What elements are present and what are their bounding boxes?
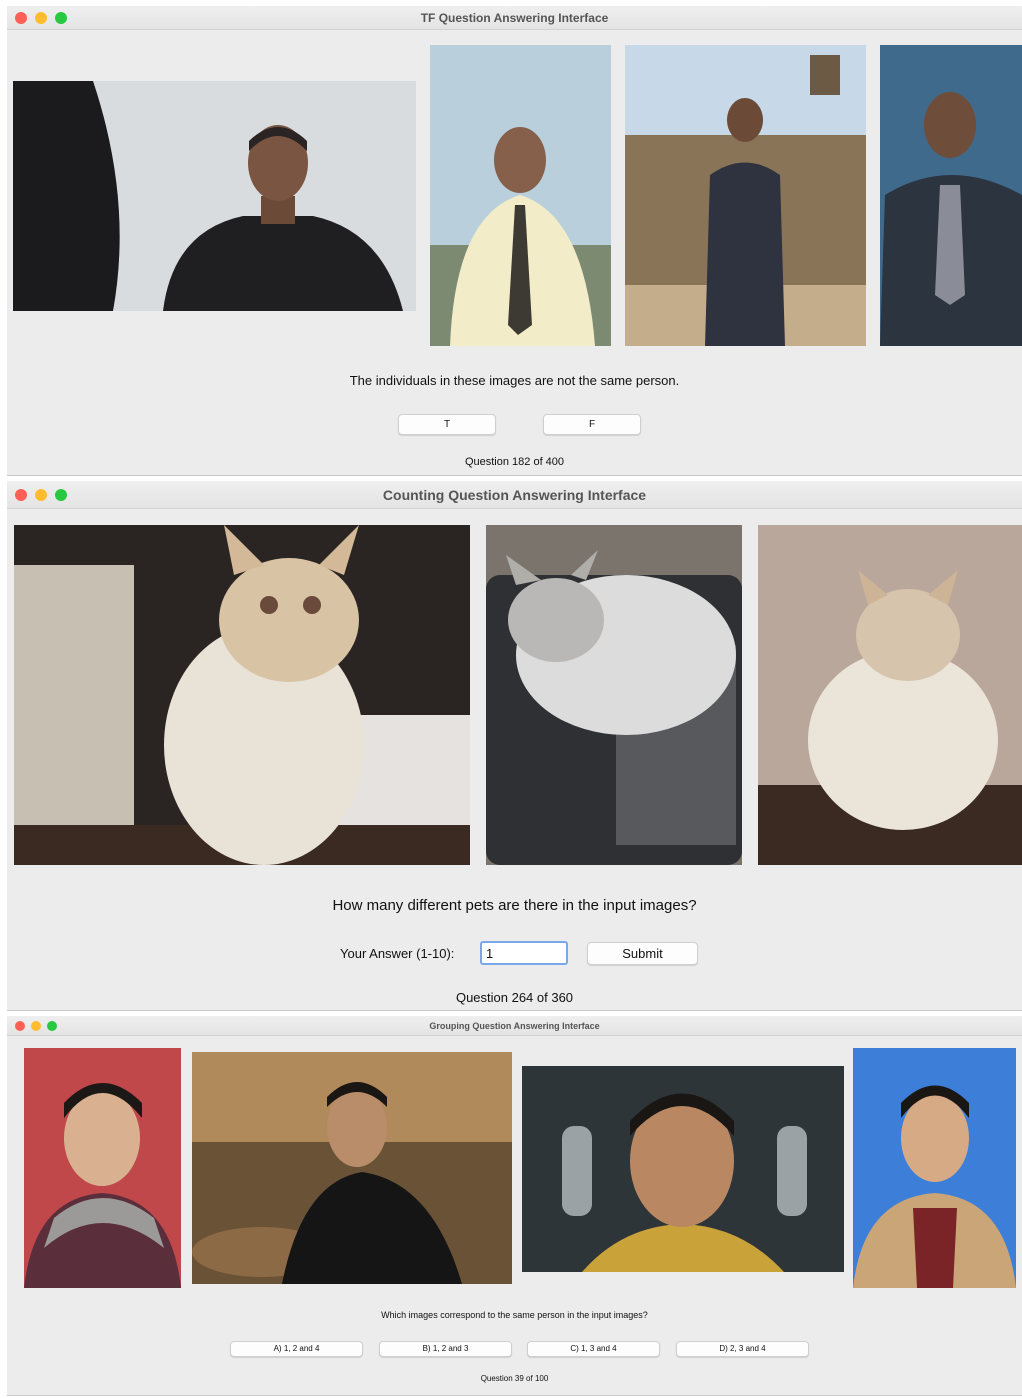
counting-image-3 (758, 525, 1022, 865)
tf-image-2 (430, 45, 611, 346)
option-c-button[interactable]: C) 1, 3 and 4 (527, 1341, 660, 1357)
grouping-window: Grouping Question Answering Interface Wh… (7, 1016, 1022, 1396)
window-title: Counting Question Answering Interface (382, 487, 647, 503)
counting-titlebar: Counting Question Answering Interface (7, 481, 1022, 509)
question-counter: Question 182 of 400 (464, 456, 565, 468)
grouping-titlebar: Grouping Question Answering Interface (7, 1016, 1022, 1036)
counting-image-1 (14, 525, 470, 865)
grouping-question: Which images correspond to the same pers… (381, 1310, 648, 1320)
tf-window: TF Question Answering Interface The indi… (7, 6, 1022, 476)
counting-question: How many different pets are there in the… (332, 897, 697, 914)
tf-titlebar: TF Question Answering Interface (7, 6, 1022, 30)
option-a-button[interactable]: A) 1, 2 and 4 (230, 1341, 363, 1357)
grouping-image-4 (853, 1048, 1016, 1288)
tf-image-1 (13, 81, 416, 311)
tf-image-3 (625, 45, 866, 346)
question-counter: Question 264 of 360 (455, 990, 574, 1005)
tf-question: The individuals in these images are not … (349, 373, 680, 388)
tf-image-4 (880, 45, 1022, 346)
counting-window: Counting Question Answering Interface Ho… (7, 481, 1022, 1011)
question-counter: Question 39 of 100 (480, 1374, 549, 1383)
window-title: TF Question Answering Interface (420, 11, 609, 25)
grouping-image-3 (522, 1066, 844, 1272)
option-d-button[interactable]: D) 2, 3 and 4 (676, 1341, 809, 1357)
window-title: Grouping Question Answering Interface (429, 1021, 600, 1031)
counting-image-2 (486, 525, 742, 865)
answer-input[interactable] (480, 941, 568, 965)
true-button[interactable]: T (398, 414, 496, 435)
option-b-button[interactable]: B) 1, 2 and 3 (379, 1341, 512, 1357)
answer-label: Your Answer (1-10): (340, 946, 455, 961)
grouping-image-2 (192, 1052, 512, 1284)
submit-button[interactable]: Submit (587, 942, 698, 965)
grouping-image-1 (24, 1048, 181, 1288)
false-button[interactable]: F (543, 414, 641, 435)
